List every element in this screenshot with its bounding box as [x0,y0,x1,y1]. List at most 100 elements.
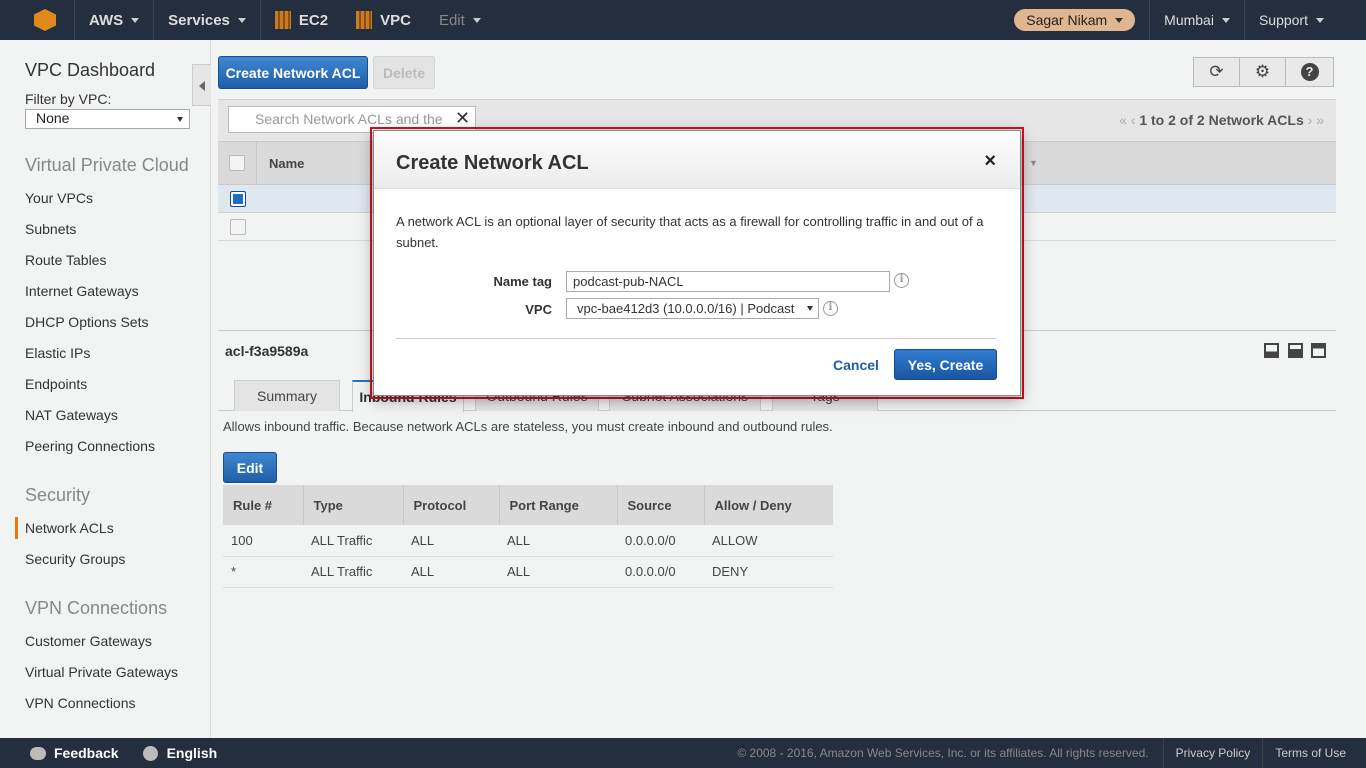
gear-icon: ⚙ [1254,62,1271,81]
yes-create-button[interactable]: Yes, Create [894,349,997,380]
sidebar-item-network-acls[interactable]: Network ACLs [15,517,210,551]
ec2-icon [274,11,291,29]
dialog-title: Create Network ACL [396,152,589,174]
rule-port-range-cell: ALL [499,525,617,557]
account-menu[interactable]: Sagar Nikam [1000,0,1149,40]
chevron-down-icon [237,17,246,23]
last-page-icon[interactable]: » [1316,112,1324,128]
refresh-button[interactable]: ⟳ [1193,57,1240,87]
feedback-link[interactable]: Feedback [0,745,131,761]
sidebar-item-vpn-connections[interactable]: VPN Connections [25,695,210,726]
prev-page-icon[interactable]: ‹ [1131,112,1136,128]
rule-protocol-cell: ALL [403,525,499,557]
aws-menu[interactable]: AWS [75,0,153,40]
sidebar-item-subnets[interactable]: Subnets [25,221,210,252]
vpc-dashboard-link[interactable]: VPC Dashboard [25,60,210,81]
next-page-icon[interactable]: › [1308,112,1313,128]
edit-rules-button[interactable]: Edit [223,452,277,483]
column-header-port-range: Port Range [499,485,618,525]
help-button[interactable]: ? [1285,57,1334,87]
column-divider [256,142,257,184]
chevron-down-icon [1221,17,1230,23]
column-sort-icon[interactable]: ▼ [1029,158,1038,168]
vpc-shortcut-label: VPC [380,11,411,29]
user-name: Sagar Nikam [1026,12,1108,28]
filter-label: Filter by VPC: [25,91,112,107]
layout-full-icon[interactable] [1311,343,1326,358]
ec2-shortcut[interactable]: EC2 [261,0,342,40]
create-network-acl-button[interactable]: Create Network ACL [218,56,368,89]
aws-logo-icon[interactable] [0,0,74,40]
close-icon[interactable]: × [984,150,996,173]
globe-icon [142,745,158,761]
column-header-source: Source [617,485,705,525]
vpc-select-value: vpc-bae412d3 (10.0.0.0/16) | Podcast [577,301,795,316]
top-navigation-bar: AWS Services EC2 VPC Edit Sagar Nikam Mu… [0,0,1366,40]
support-menu[interactable]: Support [1245,0,1366,40]
sidebar-item-customer-gateways[interactable]: Customer Gateways [25,633,210,664]
vpc-shortcut[interactable]: VPC [342,0,425,40]
rule-port-range-cell: ALL [499,556,617,588]
inbound-rules-table: Rule # Type Protocol Port Range Source A… [223,485,833,588]
language-selector[interactable]: English [131,745,230,761]
section-vpn-connections: VPN Connections [25,598,168,618]
sidebar-item-elastic-ips[interactable]: Elastic IPs [25,345,210,376]
select-all-checkbox[interactable] [229,155,245,171]
table-header-row: Rule # Type Protocol Port Range Source A… [223,485,833,525]
user-pill: Sagar Nikam [1014,9,1136,31]
row-checkbox[interactable] [230,191,246,207]
aws-menu-label: AWS [89,11,124,29]
column-header-allow-deny: Allow / Deny [704,485,833,525]
sidebar-item-nat-gateways[interactable]: NAT Gateways [25,407,210,438]
sidebar-item-your-vpcs[interactable]: Your VPCs [25,190,210,221]
sidebar-item-virtual-private-gateways[interactable]: Virtual Private Gateways [25,664,210,695]
vpc-label: VPC [525,302,552,317]
delete-button[interactable]: Delete [373,56,435,89]
settings-button[interactable]: ⚙ [1239,57,1286,87]
edit-menu[interactable]: Edit [425,0,495,40]
name-tag-input[interactable]: podcast-pub-NACL [566,271,890,292]
row-checkbox[interactable] [230,219,246,235]
vpc-select[interactable]: vpc-bae412d3 (10.0.0.0/16) | Podcast [566,298,819,319]
feedback-label: Feedback [54,745,119,761]
vpc-filter-select[interactable]: None [25,109,190,129]
column-header-type: Type [303,485,404,525]
sidebar-item-dhcp-options-sets[interactable]: DHCP Options Sets [25,314,210,345]
info-icon[interactable]: i [894,273,909,288]
sidebar-item-route-tables[interactable]: Route Tables [25,252,210,283]
create-network-acl-dialog: Create Network ACL × A network ACL is an… [373,130,1021,396]
pagination: « ‹ 1 to 2 of 2 Network ACLs › » [1119,112,1324,128]
feedback-bubble-icon [30,746,46,760]
language-label: English [166,745,218,761]
vpc-icon [356,11,373,29]
nav-right-group: Sagar Nikam Mumbai Support [1000,0,1366,40]
dropdown-arrow-icon [807,306,813,311]
column-header-name[interactable]: Name [269,156,304,171]
layout-split-icon[interactable] [1288,343,1303,358]
layout-bottom-icon[interactable] [1264,343,1279,358]
region-menu[interactable]: Mumbai [1150,0,1244,40]
section-virtual-private-cloud: Virtual Private Cloud [25,155,189,175]
chevron-down-icon [1316,17,1324,23]
rule-source-cell: 0.0.0.0/0 [617,556,704,588]
first-page-icon[interactable]: « [1119,112,1127,128]
tab-summary[interactable]: Summary [234,380,340,411]
footer-bar: Feedback English © 2008 - 2016, Amazon W… [0,738,1366,768]
sidebar-collapse-toggle[interactable] [192,64,211,106]
privacy-policy-link[interactable]: Privacy Policy [1162,738,1263,768]
sidebar-item-peering-connections[interactable]: Peering Connections [25,438,210,469]
sidebar-item-security-groups[interactable]: Security Groups [25,551,210,582]
rule-number-cell: * [223,556,303,588]
pagination-text: 1 to 2 of 2 Network ACLs [1139,112,1304,128]
terms-of-use-link[interactable]: Terms of Use [1262,738,1366,768]
services-menu[interactable]: Services [154,0,260,40]
info-icon[interactable]: i [823,301,838,316]
column-header-rule: Rule # [223,485,304,525]
clear-search-icon[interactable]: ✕ [455,108,470,129]
sidebar-item-internet-gateways[interactable]: Internet Gateways [25,283,210,314]
services-menu-label: Services [168,11,230,29]
rule-type-cell: ALL Traffic [303,556,403,588]
dropdown-arrow-icon [177,117,183,122]
sidebar-item-endpoints[interactable]: Endpoints [25,376,210,407]
cancel-button[interactable]: Cancel [833,357,879,373]
